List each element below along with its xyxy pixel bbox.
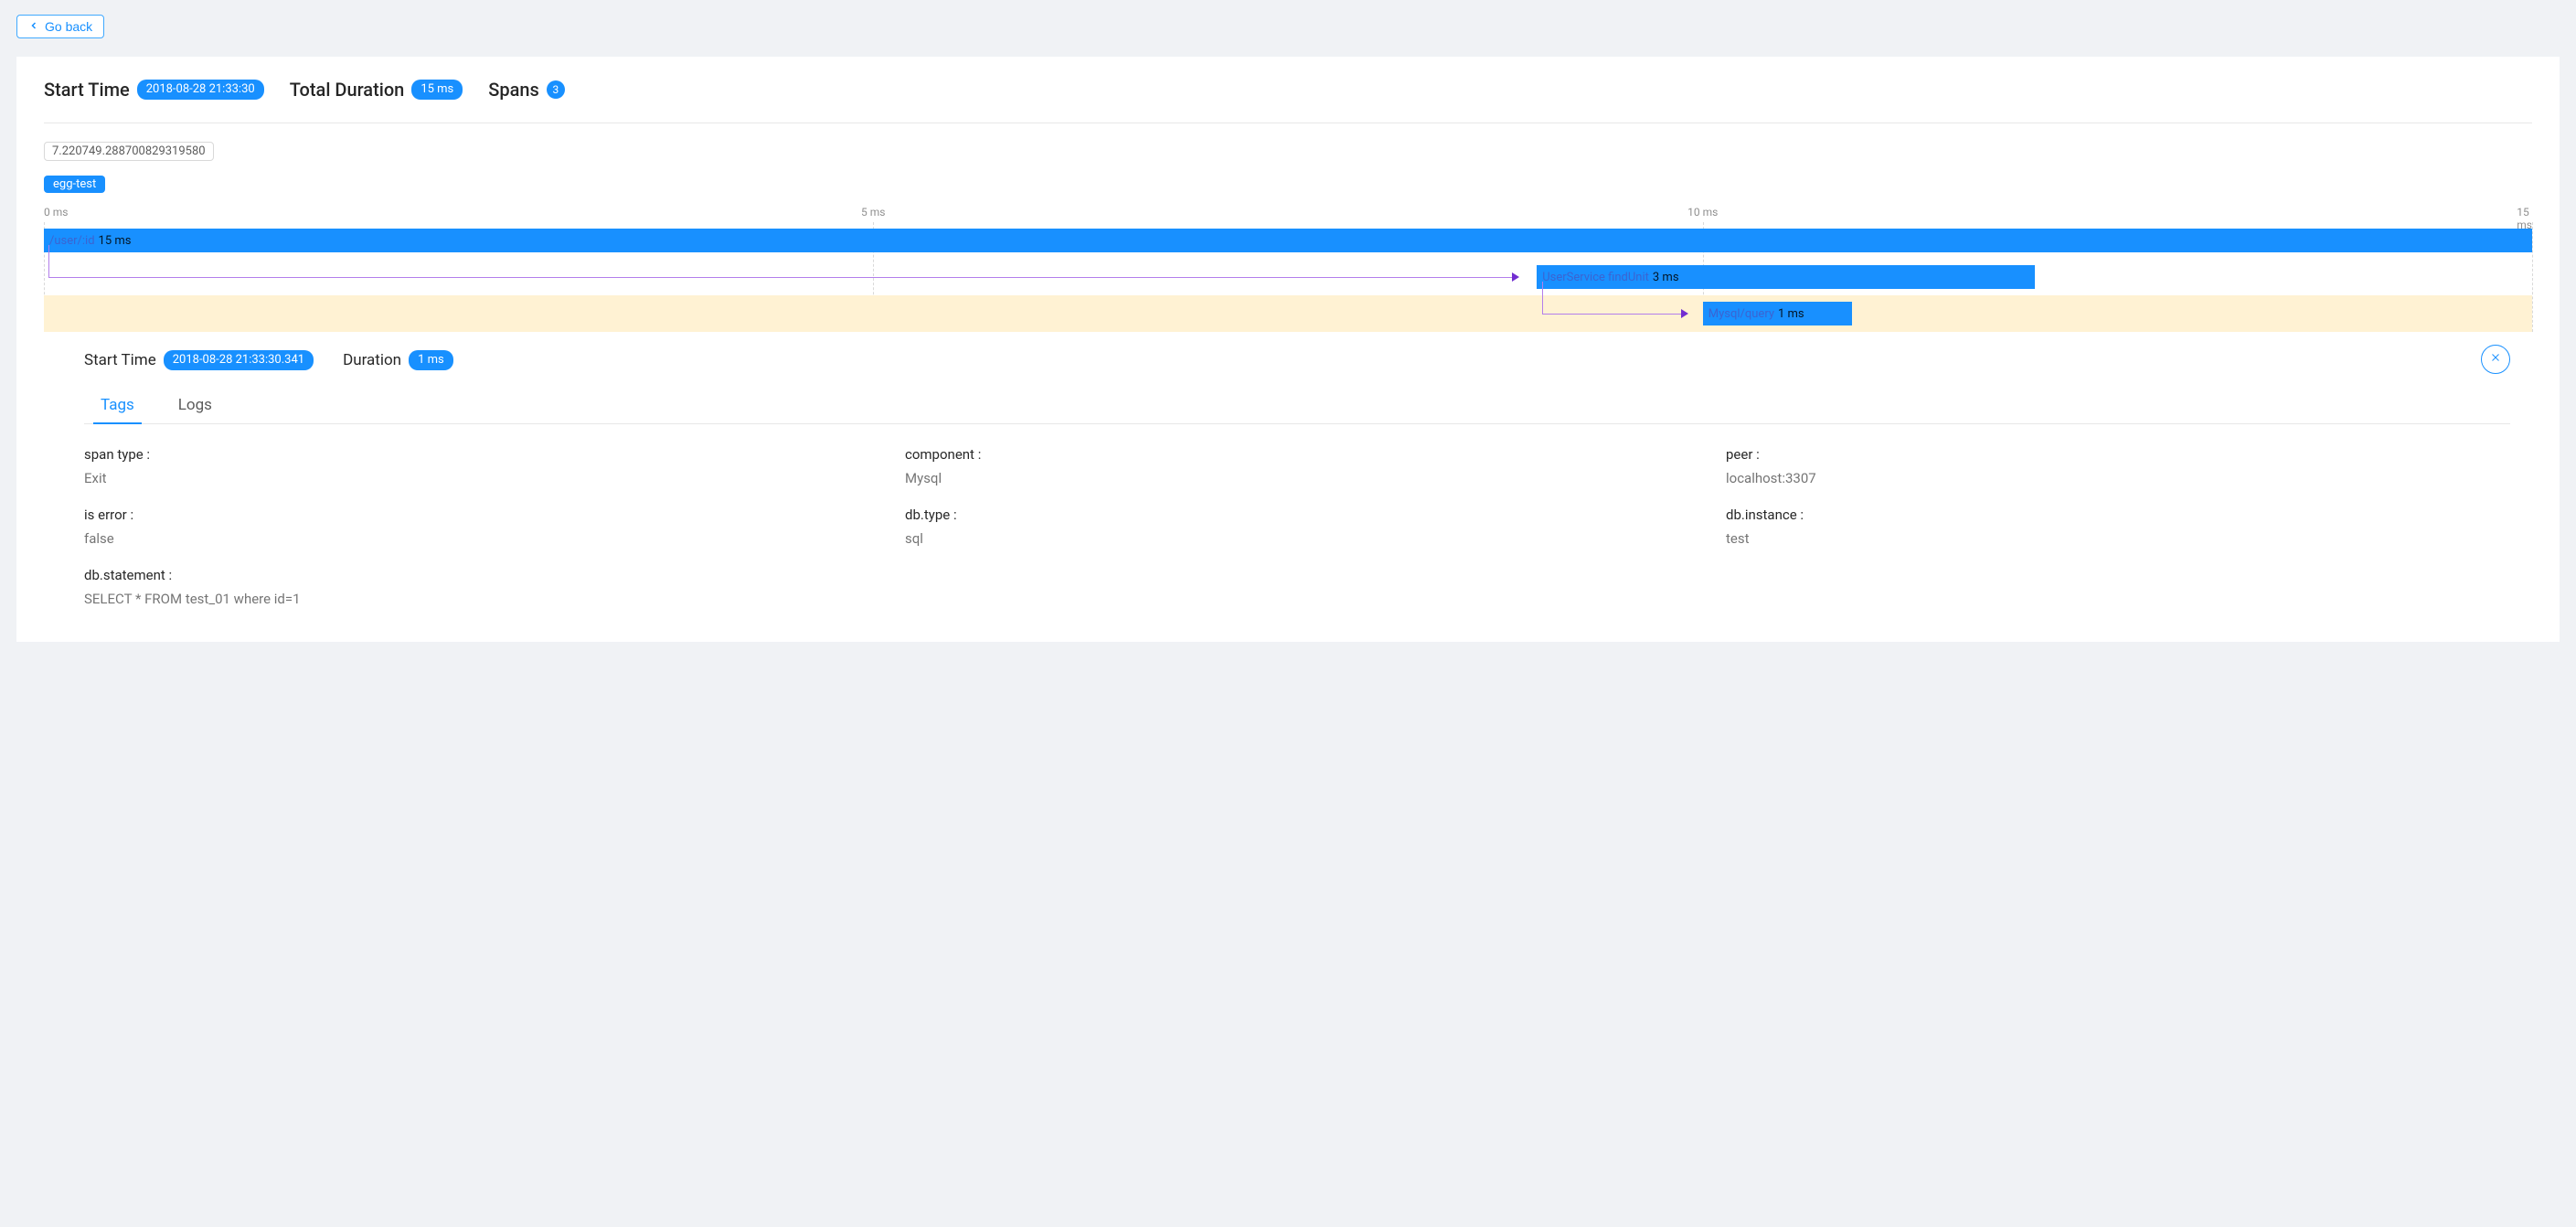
spans-count-badge: 3 [547,80,565,99]
tag-value: false [84,530,868,547]
span-bar-service[interactable]: UserService findUnit 3 ms [1537,265,2034,289]
tag-value: Exit [84,470,868,486]
summary-start-time: Start Time 2018-08-28 21:33:30 [44,79,264,101]
tick-10: 10 ms [1687,206,1718,219]
span-name: Mysql/query [1708,307,1774,321]
span-duration: 15 ms [99,234,132,248]
tag-key: peer : [1726,446,2510,463]
spans-label: Spans [488,79,539,101]
arrow-icon [1512,272,1519,282]
tick-5: 5 ms [861,206,885,219]
tag-value: sql [905,530,1689,547]
tag-is-error: is error : false [84,507,868,547]
detail-start-time: Start Time 2018-08-28 21:33:30.341 [84,350,314,370]
span-duration: 1 ms [1778,307,1804,321]
total-duration-label: Total Duration [290,79,405,101]
detail-start-time-badge: 2018-08-28 21:33:30.341 [164,350,314,370]
tag-key: is error : [84,507,868,523]
span-detail-panel: Start Time 2018-08-28 21:33:30.341 Durat… [62,332,2532,642]
close-button[interactable] [2481,345,2510,374]
tag-key: component : [905,446,1689,463]
timeline-ticks: 0 ms 5 ms 10 ms 15 ms [44,206,2532,222]
timeline-lanes: /user/:id 15 ms UserService findUnit 3 m… [44,222,2532,332]
tag-db-statement: db.statement : SELECT * FROM test_01 whe… [84,567,2510,607]
span-bar-mysql[interactable]: Mysql/query 1 ms [1703,302,1852,325]
detail-header: Start Time 2018-08-28 21:33:30.341 Durat… [84,350,2510,370]
tag-component: component : Mysql [905,446,1689,486]
summary-spans: Spans 3 [488,79,565,101]
detail-duration-badge: 1 ms [409,350,453,370]
trace-card: Start Time 2018-08-28 21:33:30 Total Dur… [16,57,2560,642]
arrow-icon [1681,309,1688,318]
span-lane[interactable]: /user/:id 15 ms [44,222,2532,259]
tag-value: localhost:3307 [1726,470,2510,486]
span-lane-selected[interactable]: Mysql/query 1 ms [44,295,2532,332]
timeline-chart: 0 ms 5 ms 10 ms 15 ms /user/:id 15 ms [44,206,2532,332]
tag-key: db.type : [905,507,1689,523]
tag-span-type: span type : Exit [84,446,868,486]
tag-key: span type : [84,446,868,463]
gridline [2532,222,2533,332]
total-duration-badge: 15 ms [411,80,463,100]
span-lane[interactable]: UserService findUnit 3 ms [44,259,2532,295]
tag-value: Mysql [905,470,1689,486]
connector [48,245,49,277]
connector [1542,282,1543,314]
trace-id-tag: 7.220749.288700829319580 [44,142,214,161]
tab-logs[interactable]: Logs [178,396,212,423]
tags-grid: span type : Exit component : Mysql peer … [84,424,2510,642]
start-time-label: Start Time [44,79,130,101]
detail-tabs: Tags Logs [84,396,2510,424]
go-back-button[interactable]: Go back [16,15,104,38]
connector [48,277,1517,278]
span-duration: 3 ms [1653,271,1679,284]
connector [1542,314,1684,315]
tag-key: db.statement : [84,567,2510,583]
tab-tags[interactable]: Tags [101,396,134,423]
service-name-tag: egg-test [44,176,105,193]
detail-duration-label: Duration [343,351,401,369]
tag-db-type: db.type : sql [905,507,1689,547]
tag-db-instance: db.instance : test [1726,507,2510,547]
detail-duration: Duration 1 ms [343,350,453,370]
chevron-left-icon [28,19,45,34]
tag-peer: peer : localhost:3307 [1726,446,2510,486]
span-name: UserService findUnit [1542,271,1649,284]
tag-key: db.instance : [1726,507,2510,523]
go-back-label: Go back [45,19,92,34]
detail-start-time-label: Start Time [84,351,156,369]
span-name: /user/:id [49,234,95,248]
close-icon [2490,352,2501,367]
tick-0: 0 ms [44,206,68,219]
tag-value: SELECT * FROM test_01 where id=1 [84,591,2510,607]
start-time-badge: 2018-08-28 21:33:30 [137,80,264,100]
span-bar-root[interactable]: /user/:id 15 ms [44,229,2532,252]
tag-value: test [1726,530,2510,547]
summary-total-duration: Total Duration 15 ms [290,79,463,101]
trace-summary: Start Time 2018-08-28 21:33:30 Total Dur… [44,79,2532,123]
